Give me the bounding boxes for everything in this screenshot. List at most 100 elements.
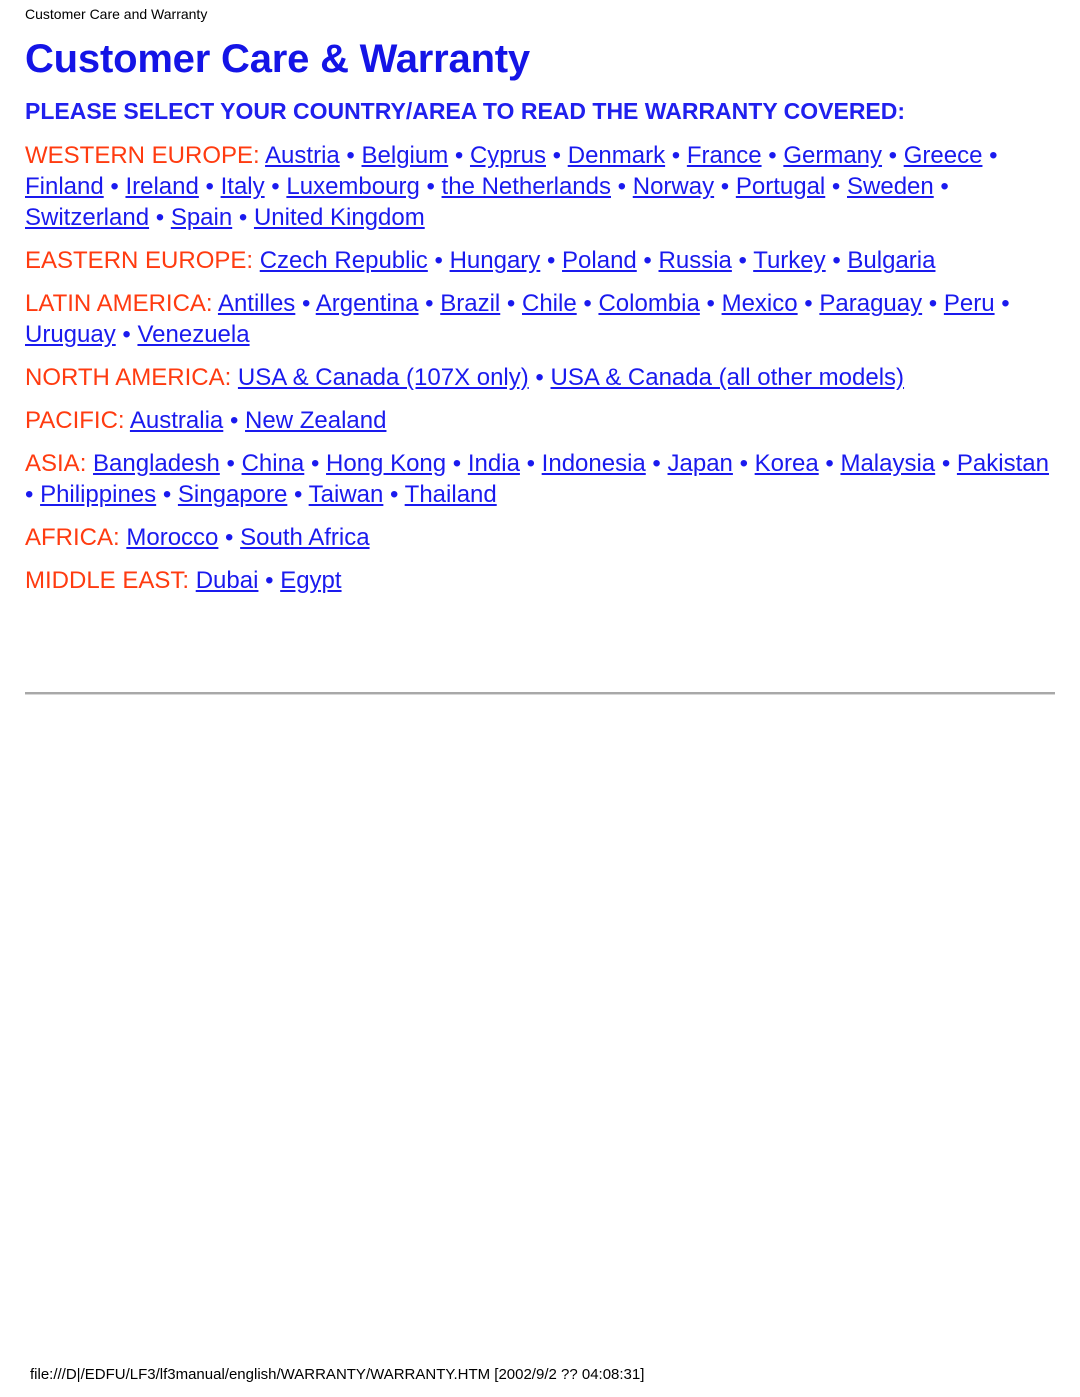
running-header: Customer Care and Warranty (25, 6, 208, 22)
country-link[interactable]: Argentina (316, 290, 419, 317)
country-link[interactable]: the Netherlands (442, 173, 611, 200)
country-link[interactable]: Colombia (598, 290, 699, 317)
country-link[interactable]: Turkey (753, 247, 825, 274)
region-row: PACIFIC: Australia • New Zealand (25, 405, 1055, 436)
country-separator: • (994, 290, 1010, 317)
country-link[interactable]: Dubai (196, 567, 259, 594)
country-separator: • (519, 450, 542, 477)
country-separator: • (761, 142, 784, 169)
country-separator: • (219, 450, 242, 477)
country-link[interactable]: USA & Canada (107X only) (238, 364, 529, 391)
country-link[interactable]: Chile (522, 290, 577, 317)
country-separator: • (982, 142, 998, 169)
country-link[interactable]: South Africa (240, 524, 369, 551)
country-separator: • (427, 247, 450, 274)
country-link[interactable]: Cyprus (470, 142, 546, 169)
country-separator: • (419, 173, 442, 200)
country-link[interactable]: Poland (562, 247, 637, 274)
country-link[interactable]: Uruguay (25, 321, 116, 348)
country-separator: • (935, 450, 957, 477)
country-separator: • (732, 450, 755, 477)
footer-file-path: file:///D|/EDFU/LF3/lf3manual/english/WA… (30, 1366, 645, 1383)
country-separator: • (304, 450, 327, 477)
country-link[interactable]: Finland (25, 173, 104, 200)
country-link[interactable]: Antilles (218, 290, 295, 317)
country-link[interactable]: Russia (659, 247, 732, 274)
region-row: WESTERN EUROPE: Austria • Belgium • Cypr… (25, 140, 1055, 233)
country-link[interactable]: Hungary (450, 247, 541, 274)
country-link[interactable]: France (687, 142, 762, 169)
country-link[interactable]: Bulgaria (847, 247, 935, 274)
country-link[interactable]: China (242, 450, 305, 477)
country-link[interactable]: Australia (130, 407, 223, 434)
country-separator: • (528, 364, 551, 391)
country-link[interactable]: Denmark (568, 142, 665, 169)
country-separator: • (611, 173, 633, 200)
country-link[interactable]: Switzerland (25, 204, 149, 231)
country-link[interactable]: Philippines (40, 481, 156, 508)
region-row: MIDDLE EAST: Dubai • Egypt (25, 565, 1055, 596)
country-link[interactable]: Egypt (280, 567, 341, 594)
country-link[interactable]: Indonesia (542, 450, 646, 477)
region-label: NORTH AMERICA: (25, 364, 232, 391)
country-link[interactable]: Paraguay (819, 290, 922, 317)
country-link[interactable]: Pakistan (957, 450, 1049, 477)
country-link[interactable]: Belgium (362, 142, 449, 169)
country-link[interactable]: New Zealand (245, 407, 386, 434)
country-separator: • (448, 142, 470, 169)
country-link[interactable]: Austria (265, 142, 340, 169)
country-separator: • (383, 481, 405, 508)
country-separator: • (714, 173, 736, 200)
country-link[interactable]: Norway (633, 173, 714, 200)
country-link[interactable]: Singapore (178, 481, 287, 508)
country-link[interactable]: Portugal (736, 173, 825, 200)
country-link[interactable]: Ireland (125, 173, 198, 200)
region-row: ASIA: Bangladesh • China • Hong Kong • I… (25, 448, 1055, 510)
country-separator: • (156, 481, 178, 508)
country-link[interactable]: Bangladesh (93, 450, 220, 477)
country-link[interactable]: Taiwan (309, 481, 384, 508)
country-link[interactable]: Thailand (405, 481, 497, 508)
country-link[interactable]: Morocco (126, 524, 218, 551)
country-separator: • (797, 290, 820, 317)
country-separator: • (223, 407, 246, 434)
country-separator: • (665, 142, 687, 169)
country-link[interactable]: India (468, 450, 520, 477)
country-link[interactable]: Luxembourg (286, 173, 419, 200)
country-separator: • (232, 204, 254, 231)
region-row: NORTH AMERICA: USA & Canada (107X only) … (25, 362, 1055, 393)
country-separator: • (264, 173, 287, 200)
country-link[interactable]: Japan (668, 450, 733, 477)
country-link[interactable]: Sweden (847, 173, 934, 200)
country-separator: • (149, 204, 171, 231)
region-label: WESTERN EUROPE: (25, 142, 260, 169)
country-separator: • (933, 173, 949, 200)
country-link[interactable]: Germany (783, 142, 882, 169)
country-link[interactable]: USA & Canada (all other models) (551, 364, 905, 391)
country-link[interactable]: Italy (221, 173, 265, 200)
country-link[interactable]: Greece (904, 142, 983, 169)
country-separator: • (258, 567, 281, 594)
country-link[interactable]: Venezuela (137, 321, 249, 348)
document-page: Customer Care and Warranty Customer Care… (0, 0, 1080, 1397)
content-divider (25, 692, 1055, 695)
country-link[interactable]: Hong Kong (326, 450, 446, 477)
region-label: ASIA: (25, 450, 87, 477)
country-separator: • (295, 290, 316, 317)
select-country-prompt: PLEASE SELECT YOUR COUNTRY/AREA TO READ … (25, 98, 906, 124)
country-separator: • (103, 173, 126, 200)
country-separator: • (540, 247, 563, 274)
country-separator: • (446, 450, 468, 477)
country-link[interactable]: Czech Republic (260, 247, 428, 274)
country-separator: • (218, 524, 241, 551)
country-link[interactable]: Mexico (722, 290, 798, 317)
country-separator: • (825, 247, 848, 274)
country-link[interactable]: Peru (944, 290, 995, 317)
country-link[interactable]: Brazil (440, 290, 500, 317)
country-link[interactable]: Spain (171, 204, 232, 231)
country-separator: • (922, 290, 944, 317)
country-separator: • (25, 481, 41, 508)
country-link[interactable]: United Kingdom (254, 204, 425, 231)
country-link[interactable]: Malaysia (840, 450, 935, 477)
country-link[interactable]: Korea (755, 450, 819, 477)
